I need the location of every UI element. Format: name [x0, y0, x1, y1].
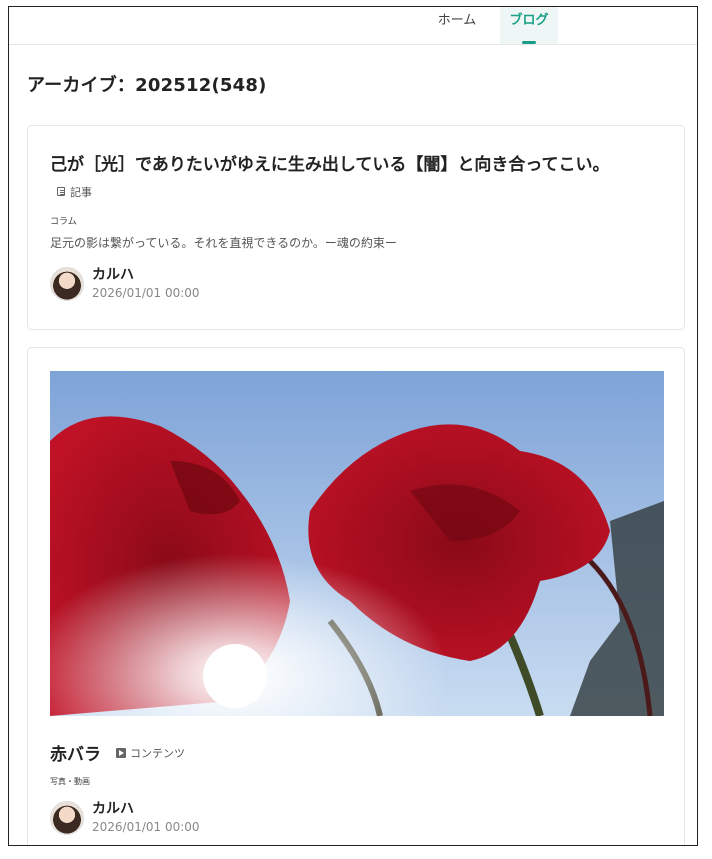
author-info[interactable]: カルハ 2026/01/01 00:00	[50, 266, 200, 302]
post-type-label: 記事	[70, 186, 92, 199]
post-date: 2026/01/01 00:00	[92, 820, 200, 834]
post-card[interactable]: 赤バラ コンテンツ 写真・動画 カルハ 2026/01/01 00:00	[27, 347, 685, 845]
document-icon	[56, 187, 66, 197]
post-type-label: コンテンツ	[130, 747, 185, 760]
author-name[interactable]: カルハ	[92, 266, 200, 284]
post-title-link[interactable]: 己が［光］でありたいがゆえに生み出している【闇】と向き合ってこい。	[50, 150, 609, 175]
nav-blog-link[interactable]: ブログ	[500, 7, 558, 44]
post-type-badge: コンテンツ	[116, 745, 185, 761]
post-category-link[interactable]: コラム	[50, 214, 77, 227]
play-icon	[116, 748, 126, 758]
author-info[interactable]: カルハ 2026/01/01 00:00	[50, 800, 200, 836]
page-title: アーカイブ：202512(548)	[27, 75, 267, 96]
post-excerpt: 足元の影は繋がっている。それを直視できるのか。ー魂の約束ー	[50, 236, 397, 250]
post-category-link[interactable]: 写真・動画	[50, 776, 90, 787]
avatar[interactable]	[50, 267, 84, 301]
nav-home-link[interactable]: ホーム	[427, 7, 487, 44]
page-frame: ホーム ブログ アーカイブ：202512(548) 己が［光］でありたいがゆえに…	[8, 6, 698, 846]
post-type-badge: 記事	[56, 184, 92, 200]
post-card[interactable]: 己が［光］でありたいがゆえに生み出している【闇】と向き合ってこい。 記事 コラム…	[27, 125, 685, 330]
post-date: 2026/01/01 00:00	[92, 286, 200, 300]
post-title-link[interactable]: 赤バラ	[50, 740, 101, 765]
author-name[interactable]: カルハ	[92, 800, 200, 818]
top-navigation: ホーム ブログ	[9, 7, 697, 45]
nav-blog-label: ブログ	[509, 13, 549, 28]
active-tab-indicator	[522, 41, 536, 44]
avatar[interactable]	[50, 801, 84, 835]
post-thumbnail-image[interactable]	[50, 371, 664, 716]
